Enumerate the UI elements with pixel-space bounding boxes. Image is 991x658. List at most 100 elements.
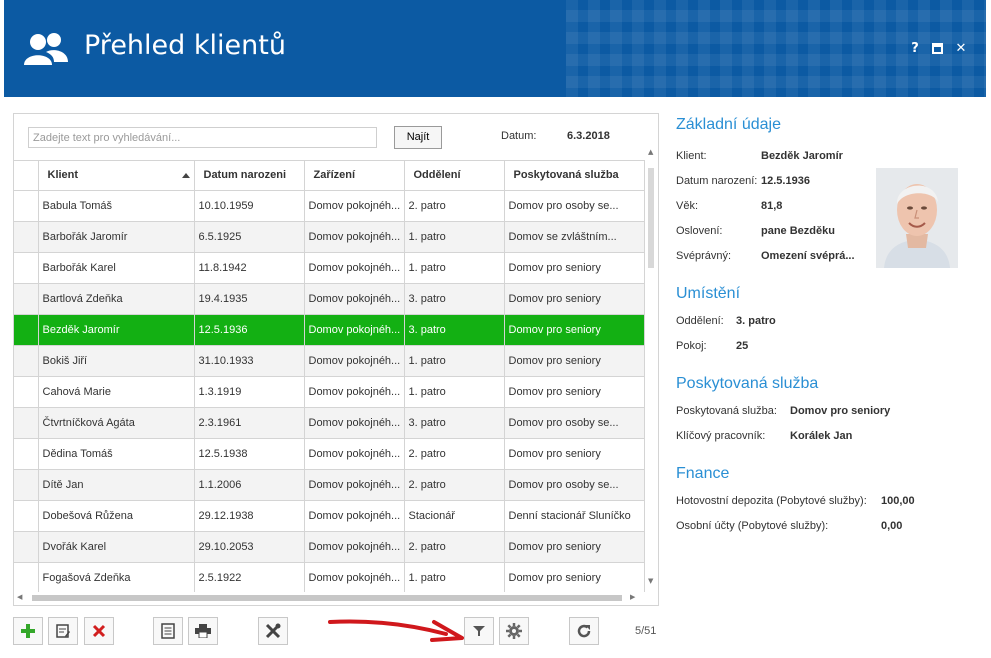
table-cell-oddeleni[interactable]: 3. patro	[404, 407, 505, 439]
table-row[interactable]: Bezděk Jaromír 12.5.1936 Domov pokojnéh...…	[14, 314, 645, 346]
column-header-klient[interactable]: Klient	[38, 161, 195, 191]
table-cell-oddeleni[interactable]: 1. patro	[404, 252, 505, 284]
table-cell-klient[interactable]: Dědina Tomáš	[38, 438, 195, 470]
table-cell-datum[interactable]: 12.5.1936	[194, 314, 305, 346]
table-cell-zarizeni[interactable]: Domov pokojnéh...	[304, 562, 405, 592]
row-indicator-cell[interactable]	[14, 283, 39, 315]
maximize-button[interactable]	[928, 40, 946, 58]
table-cell-oddeleni[interactable]: 2. patro	[404, 190, 505, 222]
table-cell-datum[interactable]: 29.10.2053	[194, 531, 305, 563]
row-indicator-cell[interactable]	[14, 531, 39, 563]
filter-button[interactable]	[464, 617, 494, 645]
table-cell-oddeleni[interactable]: 2. patro	[404, 438, 505, 470]
column-header-oddeleni[interactable]: Oddělení	[404, 161, 505, 191]
table-cell-oddeleni[interactable]: 1. patro	[404, 376, 505, 408]
row-indicator-cell[interactable]	[14, 345, 39, 377]
find-button[interactable]: Najít	[394, 126, 442, 149]
table-cell-oddeleni[interactable]: 1. patro	[404, 345, 505, 377]
row-indicator-cell[interactable]	[14, 500, 39, 532]
print-button[interactable]	[188, 617, 218, 645]
table-cell-klient[interactable]: Bezděk Jaromír	[38, 314, 195, 346]
scroll-left-icon[interactable]: ◀	[17, 593, 22, 601]
table-cell-klient[interactable]: Barbořák Karel	[38, 252, 195, 284]
table-cell-klient[interactable]: Babula Tomáš	[38, 190, 195, 222]
table-cell-datum[interactable]: 1.3.1919	[194, 376, 305, 408]
close-button[interactable]: ✕	[952, 40, 970, 58]
row-indicator-cell[interactable]	[14, 376, 39, 408]
table-cell-oddeleni[interactable]: Stacionář	[404, 500, 505, 532]
delete-button[interactable]	[84, 617, 114, 645]
vertical-scroll-thumb[interactable]	[648, 168, 654, 268]
scroll-right-icon[interactable]: ▶	[630, 593, 635, 601]
table-cell-klient[interactable]: Čtvrtníčková Agáta	[38, 407, 195, 439]
edit-button[interactable]	[48, 617, 78, 645]
row-indicator-cell[interactable]	[14, 562, 39, 592]
row-indicator-cell[interactable]	[14, 314, 39, 346]
table-cell-sluzba[interactable]: Domov pro seniory	[504, 376, 645, 408]
table-cell-datum[interactable]: 29.12.1938	[194, 500, 305, 532]
table-cell-oddeleni[interactable]: 3. patro	[404, 314, 505, 346]
table-cell-sluzba[interactable]: Domov pro seniory	[504, 252, 645, 284]
table-row[interactable]: Babula Tomáš 10.10.1959 Domov pokojnéh... 2…	[14, 190, 645, 222]
refresh-button[interactable]	[569, 617, 599, 645]
table-cell-oddeleni[interactable]: 1. patro	[404, 562, 505, 592]
scroll-up-icon[interactable]: ▲	[648, 148, 653, 156]
table-cell-datum[interactable]: 11.8.1942	[194, 252, 305, 284]
table-row[interactable]: Dítě Jan 1.1.2006 Domov pokojnéh... 2. patr…	[14, 469, 645, 501]
table-cell-sluzba[interactable]: Domov pro seniory	[504, 438, 645, 470]
table-cell-oddeleni[interactable]: 2. patro	[404, 531, 505, 563]
table-cell-oddeleni[interactable]: 3. patro	[404, 283, 505, 315]
table-cell-zarizeni[interactable]: Domov pokojnéh...	[304, 283, 405, 315]
table-cell-zarizeni[interactable]: Domov pokojnéh...	[304, 531, 405, 563]
table-cell-zarizeni[interactable]: Domov pokojnéh...	[304, 190, 405, 222]
row-indicator-cell[interactable]	[14, 221, 39, 253]
table-row[interactable]: Fogašová Zdeňka 2.5.1922 Domov pokojnéh...…	[14, 562, 645, 592]
horizontal-scroll-thumb[interactable]	[32, 595, 622, 601]
table-cell-sluzba[interactable]: Domov se zvláštním...	[504, 221, 645, 253]
table-cell-klient[interactable]: Dvořák Karel	[38, 531, 195, 563]
table-cell-zarizeni[interactable]: Domov pokojnéh...	[304, 221, 405, 253]
table-cell-datum[interactable]: 6.5.1925	[194, 221, 305, 253]
table-cell-klient[interactable]: Bokiš Jiří	[38, 345, 195, 377]
table-cell-zarizeni[interactable]: Domov pokojnéh...	[304, 376, 405, 408]
table-cell-klient[interactable]: Cahová Marie	[38, 376, 195, 408]
table-cell-klient[interactable]: Fogašová Zdeňka	[38, 562, 195, 592]
table-row[interactable]: Barbořák Jaromír 6.5.1925 Domov pokojnéh..…	[14, 221, 645, 253]
horizontal-scrollbar[interactable]: ◀ ▶	[14, 592, 658, 605]
table-cell-datum[interactable]: 12.5.1938	[194, 438, 305, 470]
table-cell-zarizeni[interactable]: Domov pokojnéh...	[304, 469, 405, 501]
table-cell-sluzba[interactable]: Domov pro seniory	[504, 531, 645, 563]
table-cell-zarizeni[interactable]: Domov pokojnéh...	[304, 252, 405, 284]
table-cell-klient[interactable]: Barbořák Jaromír	[38, 221, 195, 253]
table-cell-sluzba[interactable]: Domov pro osoby se...	[504, 407, 645, 439]
vertical-scrollbar[interactable]: ▲ ▼	[645, 144, 658, 591]
table-cell-klient[interactable]: Dítě Jan	[38, 469, 195, 501]
table-row[interactable]: Bokiš Jiří 31.10.1933 Domov pokojnéh... 1. …	[14, 345, 645, 377]
table-row[interactable]: Barbořák Karel 11.8.1942 Domov pokojnéh...…	[14, 252, 645, 284]
table-cell-datum[interactable]: 1.1.2006	[194, 469, 305, 501]
table-cell-datum[interactable]: 19.4.1935	[194, 283, 305, 315]
table-cell-sluzba[interactable]: Domov pro seniory	[504, 345, 645, 377]
column-header-sluzba[interactable]: Poskytovaná služba	[504, 161, 645, 191]
table-cell-klient[interactable]: Dobešová Růžena	[38, 500, 195, 532]
search-input[interactable]	[28, 127, 377, 148]
table-cell-sluzba[interactable]: Denní stacionář Sluníčko	[504, 500, 645, 532]
table-cell-oddeleni[interactable]: 1. patro	[404, 221, 505, 253]
help-button[interactable]: ?	[906, 40, 924, 58]
table-cell-zarizeni[interactable]: Domov pokojnéh...	[304, 407, 405, 439]
table-cell-datum[interactable]: 2.5.1922	[194, 562, 305, 592]
settings-button[interactable]	[499, 617, 529, 645]
table-cell-zarizeni[interactable]: Domov pokojnéh...	[304, 345, 405, 377]
row-indicator-cell[interactable]	[14, 469, 39, 501]
table-cell-klient[interactable]: Bartlová Zdeňka	[38, 283, 195, 315]
table-row[interactable]: Cahová Marie 1.3.1919 Domov pokojnéh... 1. …	[14, 376, 645, 408]
table-cell-zarizeni[interactable]: Domov pokojnéh...	[304, 438, 405, 470]
scroll-down-icon[interactable]: ▼	[648, 577, 653, 585]
table-row[interactable]: Dědina Tomáš 12.5.1938 Domov pokojnéh... 2.…	[14, 438, 645, 470]
table-cell-sluzba[interactable]: Domov pro seniory	[504, 283, 645, 315]
document-button[interactable]	[153, 617, 183, 645]
table-cell-sluzba[interactable]: Domov pro seniory	[504, 562, 645, 592]
row-indicator-cell[interactable]	[14, 407, 39, 439]
table-cell-zarizeni[interactable]: Domov pokojnéh...	[304, 500, 405, 532]
column-header-zarizeni[interactable]: Zařízení	[304, 161, 405, 191]
